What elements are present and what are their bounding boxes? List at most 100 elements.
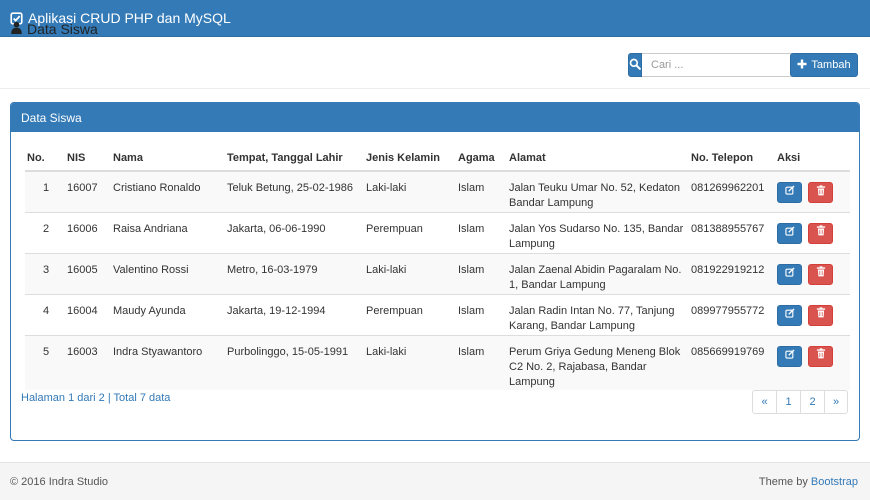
cell-ttl: Purbolinggo, 15-05-1991 bbox=[227, 334, 366, 390]
trash-icon bbox=[816, 225, 826, 241]
pagination-page-2[interactable]: 2 bbox=[800, 390, 825, 414]
trash-icon bbox=[816, 307, 826, 323]
user-icon bbox=[10, 21, 23, 37]
navbar: Aplikasi CRUD PHP dan MySQL bbox=[0, 0, 870, 37]
cell-alamat: Jalan Zaenal Abidin Pagaralam No. 1, Ban… bbox=[509, 252, 691, 294]
cell-no: 4 bbox=[25, 293, 67, 335]
row-actions bbox=[777, 222, 850, 244]
plus-icon bbox=[797, 59, 807, 72]
cell-aksi bbox=[777, 252, 850, 294]
cell-alamat: Perum Griya Gedung Meneng Blok C2 No. 2,… bbox=[509, 334, 691, 390]
edit-icon bbox=[784, 266, 795, 282]
cell-telepon: 081269962201 bbox=[691, 170, 777, 212]
row-actions bbox=[777, 304, 850, 326]
cell-telepon: 081388955767 bbox=[691, 211, 777, 253]
add-button[interactable]: Tambah bbox=[790, 53, 858, 77]
pagination: « 1 2 » bbox=[752, 390, 848, 414]
footer-bootstrap-link[interactable]: Bootstrap bbox=[811, 476, 858, 488]
cell-nis: 16004 bbox=[67, 293, 113, 335]
cell-ttl: Metro, 16-03-1979 bbox=[227, 252, 366, 294]
cell-telepon: 089977955772 bbox=[691, 293, 777, 335]
column-header-telepon: No. Telepon bbox=[691, 145, 777, 172]
cell-aksi bbox=[777, 293, 850, 335]
edit-icon bbox=[784, 185, 795, 200]
delete-button[interactable] bbox=[808, 182, 833, 203]
cell-jk: Laki-laki bbox=[366, 334, 458, 390]
footer-theme-prefix: Theme by bbox=[758, 475, 808, 488]
column-header-agama: Agama bbox=[458, 145, 509, 172]
search-icon bbox=[629, 58, 641, 73]
cell-nis: 16005 bbox=[67, 252, 113, 294]
column-header-ttl: Tempat, Tanggal Lahir bbox=[227, 145, 366, 172]
cell-telepon: 085669919769 bbox=[691, 334, 777, 390]
cell-alamat: Jalan Radin Intan No. 77, Tanjung Karang… bbox=[509, 293, 691, 335]
table-row: 5 16003 Indra Styawantoro Purbolinggo, 15-0… bbox=[25, 334, 850, 390]
edit-button[interactable] bbox=[777, 182, 802, 203]
pagination-prev[interactable]: « bbox=[752, 390, 777, 414]
cell-no: 3 bbox=[25, 252, 67, 294]
cell-nama: Indra Styawantoro bbox=[113, 334, 227, 390]
edit-button[interactable] bbox=[777, 345, 802, 367]
cell-jk: Perempuan bbox=[366, 293, 458, 335]
table-row: 4 16004 Maudy Ayunda Jakarta, 19-12-1994 Per… bbox=[25, 293, 850, 335]
cell-ttl: Jakarta, 06-06-1990 bbox=[227, 211, 366, 253]
row-actions bbox=[777, 181, 850, 203]
cell-agama: Islam bbox=[458, 293, 509, 335]
edit-icon bbox=[784, 348, 795, 364]
students-table: No. NIS Nama Tempat, Tanggal Lahir Jenis… bbox=[25, 145, 850, 390]
cell-alamat: Jalan Yos Sudarso No. 135, Bandar Lampun… bbox=[509, 211, 691, 253]
cell-aksi bbox=[777, 211, 850, 253]
cell-nama: Maudy Ayunda bbox=[113, 293, 227, 335]
page-title-text: Data Siswa bbox=[27, 21, 98, 37]
add-button-label: Tambah bbox=[811, 59, 851, 71]
cell-agama: Islam bbox=[458, 211, 509, 253]
cell-nis: 16006 bbox=[67, 211, 113, 253]
data-panel: Data Siswa No. NIS Nama Tempat, Tanggal … bbox=[10, 102, 860, 441]
trash-icon bbox=[816, 348, 826, 364]
panel-title: Data Siswa bbox=[21, 110, 82, 125]
edit-icon bbox=[784, 225, 795, 241]
page-title: Data Siswa bbox=[10, 21, 98, 37]
cell-agama: Islam bbox=[458, 170, 509, 212]
cell-jk: Perempuan bbox=[366, 211, 458, 253]
search-form bbox=[628, 53, 794, 77]
cell-nis: 16003 bbox=[67, 334, 113, 390]
cell-no: 1 bbox=[25, 170, 67, 212]
cell-nama: Cristiano Ronaldo bbox=[113, 170, 227, 212]
cell-ttl: Jakarta, 19-12-1994 bbox=[227, 293, 366, 335]
table-header-row: No. NIS Nama Tempat, Tanggal Lahir Jenis… bbox=[25, 145, 850, 172]
edit-icon bbox=[784, 307, 795, 323]
edit-button[interactable] bbox=[777, 304, 802, 326]
cell-aksi bbox=[777, 334, 850, 390]
edit-button[interactable] bbox=[777, 222, 802, 244]
cell-jk: Laki-laki bbox=[366, 252, 458, 294]
delete-button[interactable] bbox=[808, 222, 833, 244]
row-actions bbox=[777, 345, 850, 367]
edit-button[interactable] bbox=[777, 263, 802, 285]
cell-agama: Islam bbox=[458, 334, 509, 390]
pagination-page-1[interactable]: 1 bbox=[776, 390, 801, 414]
trash-icon bbox=[816, 266, 826, 282]
cell-agama: Islam bbox=[458, 252, 509, 294]
table-row: 1 16007 Cristiano Ronaldo Teluk Betung, 25-… bbox=[25, 170, 850, 212]
pagination-next[interactable]: » bbox=[824, 390, 848, 414]
cell-nama: Raisa Andriana bbox=[113, 211, 227, 253]
pagination-info: Halaman 1 dari 2 | Total 7 data bbox=[21, 392, 171, 404]
cell-telepon: 081922919212 bbox=[691, 252, 777, 294]
cell-no: 5 bbox=[25, 334, 67, 390]
table-row: 3 16005 Valentino Rossi Metro, 16-03-1979 La… bbox=[25, 252, 850, 294]
delete-button[interactable] bbox=[808, 345, 833, 367]
footer-copyright: © 2016 Indra Studio bbox=[10, 475, 109, 488]
column-header-no: No. bbox=[25, 145, 67, 172]
cell-nis: 16007 bbox=[67, 170, 113, 212]
column-header-alamat: Alamat bbox=[509, 145, 691, 172]
column-header-aksi: Aksi bbox=[777, 145, 850, 172]
delete-button[interactable] bbox=[808, 263, 833, 285]
delete-button[interactable] bbox=[808, 304, 833, 326]
search-input[interactable] bbox=[642, 53, 794, 77]
cell-alamat: Jalan Teuku Umar No. 52, Kedaton Bandar … bbox=[509, 170, 691, 212]
cell-ttl: Teluk Betung, 25-02-1986 bbox=[227, 170, 366, 212]
cell-aksi bbox=[777, 170, 850, 212]
search-button[interactable] bbox=[628, 53, 642, 77]
cell-no: 2 bbox=[25, 211, 67, 253]
